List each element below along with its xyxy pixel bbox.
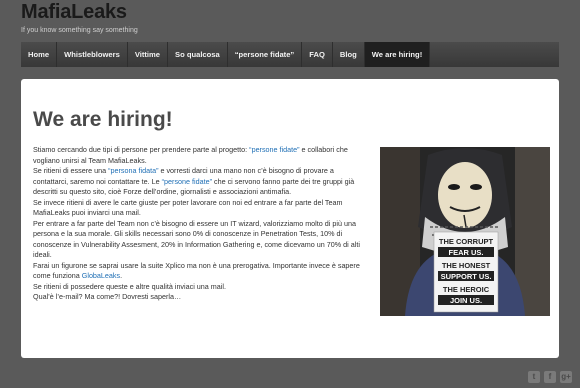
sign-line-3: THE HONEST bbox=[442, 261, 491, 270]
nav-item-faq[interactable]: FAQ bbox=[302, 42, 333, 67]
nav-item-vittime[interactable]: Vittime bbox=[128, 42, 168, 67]
nav-item-persone-fidate[interactable]: “persone fidate” bbox=[228, 42, 303, 67]
page-heading: We are hiring! bbox=[33, 108, 173, 131]
protester-photo: THE CORRUPT FEAR US. THE HONEST SUPPORT … bbox=[380, 147, 550, 316]
main-nav: Home Whistleblowers Vittime So qualcosa … bbox=[21, 42, 559, 67]
twitter-icon[interactable]: t bbox=[528, 371, 540, 383]
paragraph-xplico: Farai un figurone se saprai usare la sui… bbox=[33, 261, 367, 282]
paragraph-intro: Stiamo cercando due tipi di persone per … bbox=[33, 145, 367, 166]
nav-item-so-qualcosa[interactable]: So qualcosa bbox=[168, 42, 228, 67]
link-persona-fidata[interactable]: “persona fidata” bbox=[108, 166, 158, 175]
paragraph-mail: Se ritieni di possedere queste e altre q… bbox=[33, 281, 226, 291]
sign-line-1: THE CORRUPT bbox=[439, 237, 494, 246]
facebook-icon[interactable]: f bbox=[544, 371, 556, 383]
paragraph-question: Qual’è l’e-mail? Ma come?! Dovresti sape… bbox=[33, 292, 182, 301]
nav-item-we-are-hiring[interactable]: We are hiring! bbox=[364, 42, 431, 67]
paragraph-trusted: Se ritieni di essere una “persona fidata… bbox=[33, 166, 367, 198]
google-plus-icon[interactable]: g+ bbox=[560, 371, 572, 383]
paragraph-skills: Per entrare a far parte del Team non c’è… bbox=[33, 218, 360, 260]
site-tagline: If you know something say something bbox=[21, 27, 138, 34]
content-card: We are hiring! Stiamo cercando due tipi … bbox=[21, 79, 559, 358]
text-span: . bbox=[120, 271, 123, 280]
sign-line-4: SUPPORT US. bbox=[441, 272, 492, 281]
site-title[interactable]: MafiaLeaks bbox=[21, 1, 127, 24]
protester-illustration: THE CORRUPT FEAR US. THE HONEST SUPPORT … bbox=[380, 147, 550, 316]
nav-item-whistleblowers[interactable]: Whistleblowers bbox=[57, 42, 128, 67]
link-persone-fidate-2[interactable]: “persone fidate” bbox=[162, 177, 212, 186]
text-span: Se ritieni di essere una bbox=[33, 166, 109, 175]
paragraph-team: Se invece ritieni di avere le carte gius… bbox=[33, 197, 343, 218]
nav-item-home[interactable]: Home bbox=[21, 42, 58, 67]
link-persone-fidate[interactable]: “persone fidate” bbox=[249, 145, 299, 154]
nav-item-blog[interactable]: Blog bbox=[333, 42, 365, 67]
article-body: Stiamo cercando due tipi di persone per … bbox=[33, 145, 367, 303]
sign-line-5: THE HEROIC bbox=[443, 285, 490, 294]
sign-line-2: FEAR US. bbox=[448, 248, 483, 257]
social-links: t f g+ bbox=[528, 371, 572, 383]
text-span: Stiamo cercando due tipi di persone per … bbox=[33, 145, 250, 154]
sign-line-6: JOIN US. bbox=[450, 296, 482, 305]
link-globaleaks[interactable]: GlobaLeaks bbox=[82, 271, 120, 280]
